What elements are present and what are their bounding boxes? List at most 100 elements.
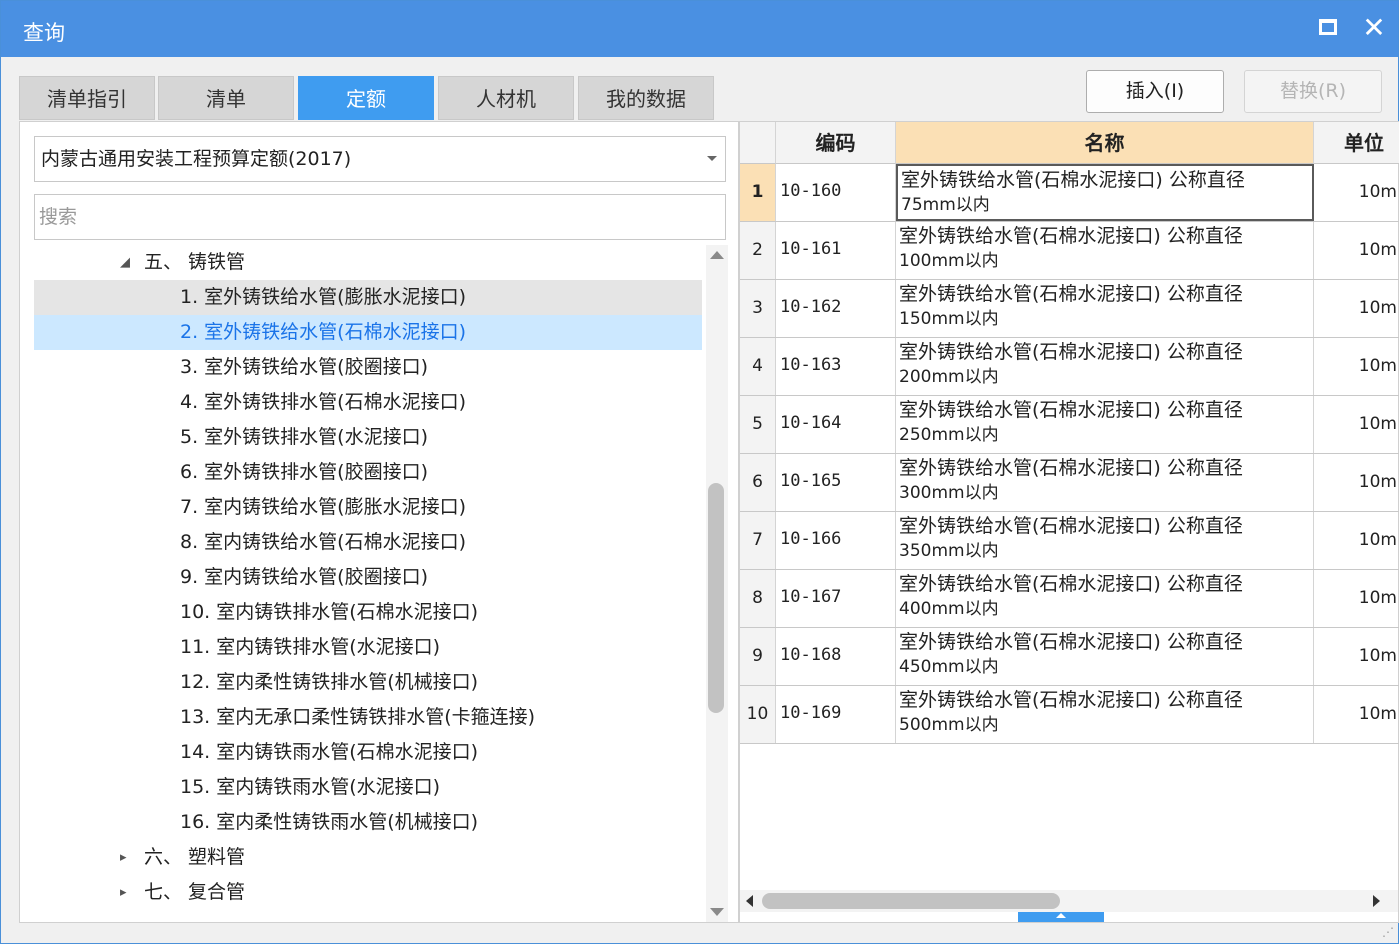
- cell-code[interactable]: 10-167: [776, 570, 896, 627]
- cell-code[interactable]: 10-168: [776, 628, 896, 685]
- scroll-up-icon[interactable]: [710, 251, 724, 259]
- table-row[interactable]: 4 10-163 室外铸铁给水管(石棉水泥接口) 公称直径 200mm以内 10m: [740, 338, 1399, 396]
- scroll-down-icon[interactable]: [710, 908, 724, 916]
- tree-node[interactable]: 3. 室外铸铁给水管(胶圈接口): [34, 350, 702, 385]
- table-row[interactable]: 7 10-166 室外铸铁给水管(石棉水泥接口) 公称直径 350mm以内 10m: [740, 512, 1399, 570]
- table-row[interactable]: 8 10-167 室外铸铁给水管(石棉水泥接口) 公称直径 400mm以内 10m: [740, 570, 1399, 628]
- scrollbar-thumb[interactable]: [708, 483, 724, 713]
- table-row[interactable]: 10 10-169 室外铸铁给水管(石棉水泥接口) 公称直径 500mm以内 10m: [740, 686, 1399, 744]
- tree-node[interactable]: 10. 室内铸铁排水管(石棉水泥接口): [34, 595, 702, 630]
- row-number[interactable]: 7: [740, 512, 776, 569]
- scroll-left-icon[interactable]: [746, 895, 753, 907]
- tree-node[interactable]: 16. 室内柔性铸铁雨水管(机械接口): [34, 805, 702, 840]
- cell-unit[interactable]: 10m: [1314, 454, 1399, 511]
- maximize-icon[interactable]: [1319, 19, 1337, 35]
- resize-grip-icon[interactable]: ⋰: [1379, 923, 1397, 941]
- title-bar[interactable]: 查询 ✕: [1, 1, 1398, 57]
- cell-name[interactable]: 室外铸铁给水管(石棉水泥接口) 公称直径 250mm以内: [896, 396, 1314, 453]
- row-number[interactable]: 9: [740, 628, 776, 685]
- grid-horizontal-scrollbar[interactable]: [740, 890, 1398, 912]
- cell-name[interactable]: 室外铸铁给水管(石棉水泥接口) 公称直径 400mm以内: [896, 570, 1314, 627]
- tab-3[interactable]: 人材机: [438, 76, 574, 120]
- cell-unit[interactable]: 10m: [1314, 222, 1399, 279]
- cell-code[interactable]: 10-161: [776, 222, 896, 279]
- cell-code[interactable]: 10-164: [776, 396, 896, 453]
- splitter-handle[interactable]: [1018, 912, 1104, 922]
- tab-4[interactable]: 我的数据: [578, 76, 714, 120]
- table-row[interactable]: 3 10-162 室外铸铁给水管(石棉水泥接口) 公称直径 150mm以内 10m: [740, 280, 1399, 338]
- insert-button[interactable]: 插入(I): [1086, 70, 1224, 113]
- row-number[interactable]: 1: [740, 164, 776, 221]
- table-row[interactable]: 6 10-165 室外铸铁给水管(石棉水泥接口) 公称直径 300mm以内 10m: [740, 454, 1399, 512]
- tree-node[interactable]: 14. 室内铸铁雨水管(石棉水泥接口): [34, 735, 702, 770]
- close-icon[interactable]: ✕: [1361, 13, 1387, 43]
- cell-name-line1: 室外铸铁给水管(石棉水泥接口) 公称直径: [899, 631, 1243, 653]
- cell-code[interactable]: 10-162: [776, 280, 896, 337]
- row-number[interactable]: 10: [740, 686, 776, 743]
- collapse-arrow-icon[interactable]: ▸: [120, 875, 134, 910]
- tree-node[interactable]: 8. 室内铸铁给水管(石棉水泥接口): [34, 525, 702, 560]
- cell-name[interactable]: 室外铸铁给水管(石棉水泥接口) 公称直径 350mm以内: [896, 512, 1314, 569]
- tree-node[interactable]: 4. 室外铸铁排水管(石棉水泥接口): [34, 385, 702, 420]
- cell-unit[interactable]: 10m: [1314, 570, 1399, 627]
- cell-unit[interactable]: 10m: [1314, 280, 1399, 337]
- tree-node[interactable]: 2. 室外铸铁给水管(石棉水泥接口): [34, 315, 702, 350]
- tab-2[interactable]: 定额: [298, 76, 434, 120]
- row-number[interactable]: 6: [740, 454, 776, 511]
- tree-node[interactable]: 12. 室内柔性铸铁排水管(机械接口): [34, 665, 702, 700]
- tree-node[interactable]: 15. 室内铸铁雨水管(水泥接口): [34, 770, 702, 805]
- row-number[interactable]: 5: [740, 396, 776, 453]
- cell-code[interactable]: 10-160: [776, 164, 896, 221]
- tree-node[interactable]: 5. 室外铸铁排水管(水泥接口): [34, 420, 702, 455]
- column-header-name[interactable]: 名称: [896, 122, 1314, 164]
- cell-code[interactable]: 10-169: [776, 686, 896, 743]
- cell-unit[interactable]: 10m: [1314, 338, 1399, 395]
- search-input[interactable]: [34, 194, 726, 240]
- cell-name[interactable]: 室外铸铁给水管(石棉水泥接口) 公称直径 150mm以内: [896, 280, 1314, 337]
- cell-name[interactable]: 室外铸铁给水管(石棉水泥接口) 公称直径 75mm以内: [896, 164, 1314, 221]
- cell-name-line2: 200mm以内: [899, 367, 999, 387]
- table-row[interactable]: 9 10-168 室外铸铁给水管(石棉水泥接口) 公称直径 450mm以内 10m: [740, 628, 1399, 686]
- cell-unit[interactable]: 10m: [1314, 396, 1399, 453]
- cell-name[interactable]: 室外铸铁给水管(石棉水泥接口) 公称直径 200mm以内: [896, 338, 1314, 395]
- tree-node[interactable]: ▸ 六、 塑料管: [34, 840, 702, 875]
- cell-code[interactable]: 10-165: [776, 454, 896, 511]
- tree-node[interactable]: ◢ 五、 铸铁管: [34, 245, 702, 280]
- tree-node[interactable]: 6. 室外铸铁排水管(胶圈接口): [34, 455, 702, 490]
- row-number[interactable]: 2: [740, 222, 776, 279]
- tab-1[interactable]: 清单: [158, 76, 294, 120]
- row-number[interactable]: 8: [740, 570, 776, 627]
- row-number[interactable]: 3: [740, 280, 776, 337]
- cell-unit[interactable]: 10m: [1314, 628, 1399, 685]
- cell-name[interactable]: 室外铸铁给水管(石棉水泥接口) 公称直径 450mm以内: [896, 628, 1314, 685]
- chevron-down-icon[interactable]: [707, 156, 717, 161]
- cell-name[interactable]: 室外铸铁给水管(石棉水泥接口) 公称直径 500mm以内: [896, 686, 1314, 743]
- table-row[interactable]: 1 10-160 室外铸铁给水管(石棉水泥接口) 公称直径 75mm以内 10m: [740, 164, 1399, 222]
- table-row[interactable]: 5 10-164 室外铸铁给水管(石棉水泥接口) 公称直径 250mm以内 10m: [740, 396, 1399, 454]
- cell-code[interactable]: 10-163: [776, 338, 896, 395]
- tree-node[interactable]: 7. 室内铸铁给水管(膨胀水泥接口): [34, 490, 702, 525]
- tree-node[interactable]: 1. 室外铸铁给水管(膨胀水泥接口): [34, 280, 702, 315]
- table-row[interactable]: 2 10-161 室外铸铁给水管(石棉水泥接口) 公称直径 100mm以内 10m: [740, 222, 1399, 280]
- library-select[interactable]: 内蒙古通用安装工程预算定额(2017): [34, 136, 726, 182]
- tree-node[interactable]: 9. 室内铸铁给水管(胶圈接口): [34, 560, 702, 595]
- tree-node[interactable]: 11. 室内铸铁排水管(水泥接口): [34, 630, 702, 665]
- cell-name[interactable]: 室外铸铁给水管(石棉水泥接口) 公称直径 300mm以内: [896, 454, 1314, 511]
- tree-node[interactable]: 13. 室内无承口柔性铸铁排水管(卡箍连接): [34, 700, 702, 735]
- cell-unit[interactable]: 10m: [1314, 164, 1399, 221]
- tab-0[interactable]: 清单指引: [19, 76, 155, 120]
- tree-scrollbar[interactable]: [706, 245, 728, 922]
- scrollbar-thumb[interactable]: [762, 893, 1060, 909]
- row-number[interactable]: 4: [740, 338, 776, 395]
- tree-node[interactable]: ▸ 七、 复合管: [34, 875, 702, 910]
- column-header-unit[interactable]: 单位: [1314, 122, 1399, 164]
- cell-unit[interactable]: 10m: [1314, 686, 1399, 743]
- scroll-right-icon[interactable]: [1373, 895, 1380, 907]
- cell-code[interactable]: 10-166: [776, 512, 896, 569]
- collapse-arrow-icon[interactable]: ▸: [120, 840, 134, 875]
- column-header-code[interactable]: 编码: [776, 122, 896, 164]
- replace-button[interactable]: 替换(R): [1244, 70, 1382, 113]
- cell-name[interactable]: 室外铸铁给水管(石棉水泥接口) 公称直径 100mm以内: [896, 222, 1314, 279]
- cell-unit[interactable]: 10m: [1314, 512, 1399, 569]
- expand-arrow-icon[interactable]: ◢: [120, 245, 134, 280]
